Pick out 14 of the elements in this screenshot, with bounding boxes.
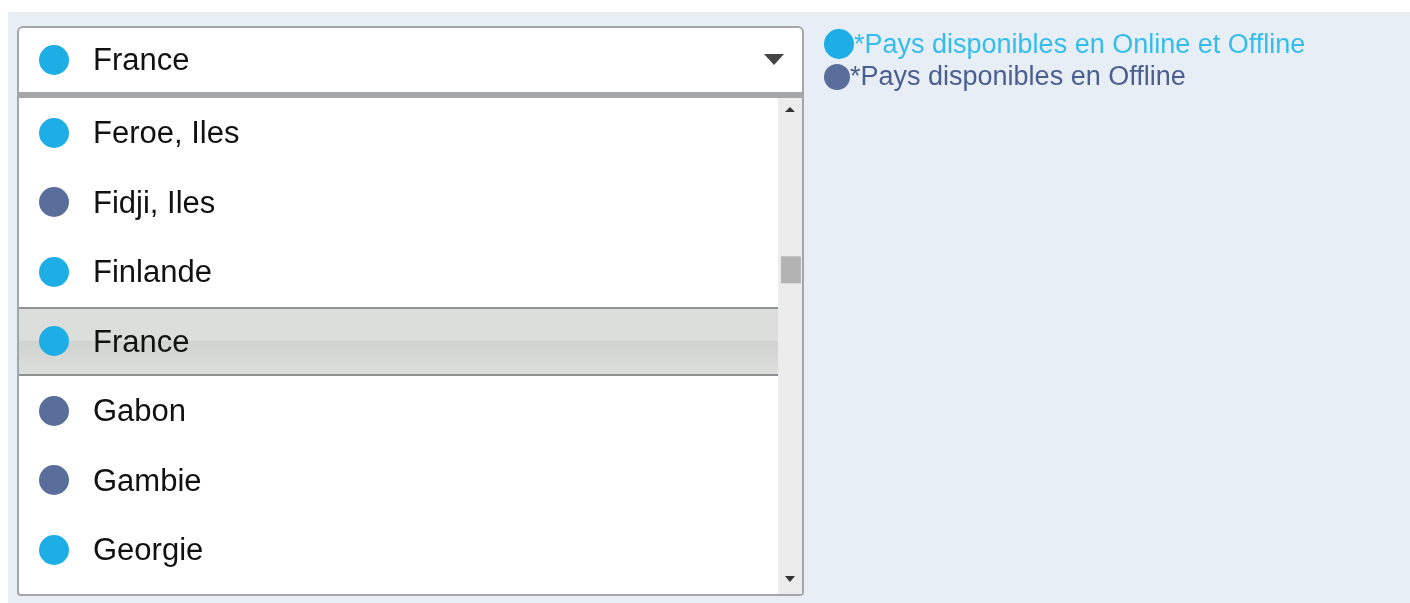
dropdown-item[interactable]: Fidji, Iles <box>19 167 778 237</box>
scroll-down-arrow-icon[interactable] <box>785 576 795 583</box>
dropdown-item[interactable]: Finlande <box>19 237 778 307</box>
dropdown-item[interactable]: France <box>19 306 778 376</box>
country-select[interactable]: France <box>17 26 804 94</box>
dropdown-item[interactable]: Georgie <box>19 515 778 585</box>
dropdown-item[interactable]: Gambie <box>19 445 778 515</box>
scroll-up-arrow-icon[interactable] <box>785 106 795 112</box>
dropdown-item[interactable]: Gabon <box>19 376 778 446</box>
scrollbar-thumb[interactable] <box>781 256 801 284</box>
legend-text: *Pays disponibles en Online et Offline <box>854 28 1306 61</box>
dropdown-item[interactable]: Feroe, Iles <box>19 98 778 168</box>
caret-icon <box>764 54 784 66</box>
legend-text: *Pays disponibles en Offline <box>850 60 1186 93</box>
